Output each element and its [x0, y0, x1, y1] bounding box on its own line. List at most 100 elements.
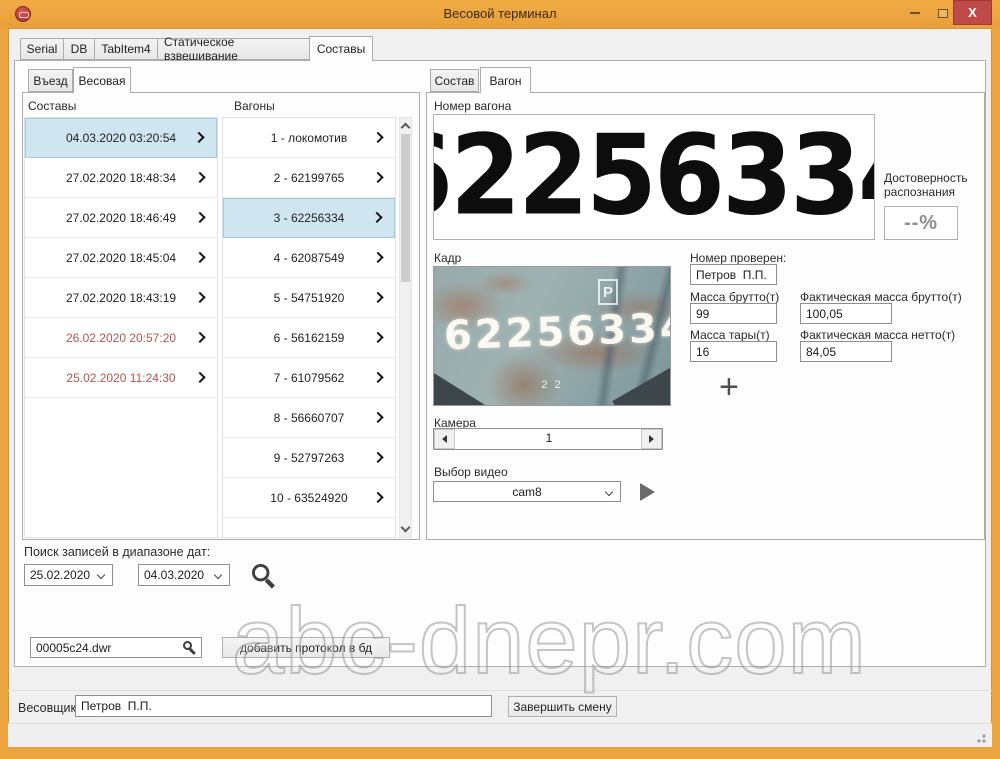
photo-painted-number: 62256334: [443, 305, 671, 360]
wagon-list-item[interactable]: 7 - 61079562: [223, 358, 395, 398]
date-range-label: Поиск записей в диапазоне дат:: [24, 545, 210, 559]
chevron-right-icon: [371, 212, 382, 223]
weigher-input[interactable]: [75, 695, 492, 717]
fact-net-mass-label: Фактическая масса нетто(т): [800, 328, 955, 342]
date-to-combo[interactable]: 04.03.2020: [138, 564, 230, 586]
file-search-icon[interactable]: [183, 641, 192, 650]
wagons-scrollbar[interactable]: [399, 117, 412, 538]
tab-entry[interactable]: Въезд: [28, 69, 73, 92]
date-to-value: 04.03.2020: [144, 568, 204, 582]
chevron-right-icon: [372, 371, 383, 382]
camera-scrollbar[interactable]: 1: [433, 428, 663, 450]
train-date: 25.02.2020 11:24:30: [66, 371, 175, 385]
train-list-item[interactable]: 27.02.2020 18:45:04: [25, 238, 217, 278]
trains-list-label: Составы: [28, 99, 76, 113]
plus-icon[interactable]: +: [719, 368, 739, 407]
wagon-list-item[interactable]: 9 - 52797263: [223, 438, 395, 478]
tare-mass-label: Масса тары(т): [690, 328, 770, 342]
confidence-value: --%: [884, 206, 958, 240]
chevron-right-icon: [193, 132, 204, 143]
scroll-up-icon[interactable]: [401, 123, 411, 133]
wagon-number-display: 62256334: [433, 114, 875, 240]
tab-weighing[interactable]: Весовая: [73, 67, 131, 93]
gross-mass-input[interactable]: [690, 303, 777, 324]
search-icon: [252, 564, 269, 581]
date-from-combo[interactable]: 25.02.2020: [24, 564, 113, 586]
wagon-number: 10 - 63524920: [270, 491, 347, 505]
train-list-item[interactable]: 04.03.2020 03:20:54: [25, 118, 217, 158]
confidence-label: Достоверность распознания: [884, 171, 968, 199]
minimize-button[interactable]: [902, 2, 928, 24]
chevron-right-icon: [194, 331, 205, 342]
train-list-item[interactable]: 27.02.2020 18:46:49: [25, 198, 217, 238]
wagon-list-item[interactable]: 5 - 54751920: [223, 278, 395, 318]
video-selected-value: cam8: [512, 485, 541, 499]
wagon-list-item[interactable]: 6 - 56162159: [223, 318, 395, 358]
minimize-icon: [910, 12, 920, 14]
train-date: 26.02.2020 20:57:20: [66, 331, 176, 345]
wagon-list-item[interactable]: 8 - 56660707: [223, 398, 395, 438]
chevron-right-icon: [194, 291, 205, 302]
chevron-right-icon: [372, 451, 383, 462]
protocol-file-input[interactable]: [30, 637, 202, 658]
wagons-list-label: Вагоны: [234, 99, 275, 113]
chevron-right-icon: [372, 251, 383, 262]
video-select-combo[interactable]: cam8: [433, 481, 621, 502]
date-from-value: 25.02.2020: [30, 568, 90, 582]
fact-net-mass-input[interactable]: [800, 341, 892, 362]
train-date: 27.02.2020 18:46:49: [66, 211, 176, 225]
chevron-right-icon: [194, 171, 205, 182]
wagon-number: 4 - 62087549: [274, 251, 345, 265]
camera-value: 1: [434, 431, 664, 445]
search-dates-button[interactable]: [252, 564, 269, 581]
window-title: Весовой терминал: [0, 6, 1000, 21]
fact-gross-mass-input[interactable]: [800, 303, 892, 324]
wagon-list-item[interactable]: 1 - локомотив: [223, 118, 395, 158]
train-date: 04.03.2020 03:20:54: [66, 131, 176, 145]
wagon-list-item[interactable]: 2 - 62199765: [223, 158, 395, 198]
wagon-number: 8 - 56660707: [274, 411, 345, 425]
wagons-list: 1 - локомотив 2 - 62199765 3 - 62256334 …: [222, 117, 396, 538]
play-button[interactable]: [640, 483, 655, 501]
wagon-number-value: 62256334: [433, 122, 875, 232]
close-button[interactable]: X: [953, 0, 992, 25]
train-date: 27.02.2020 18:43:19: [66, 291, 176, 305]
title-bar[interactable]: Весовой терминал X: [0, 0, 1000, 28]
wagon-number: 2 - 62199765: [274, 171, 345, 185]
confidence-label-line2: распознания: [884, 185, 955, 199]
chevron-down-icon: [214, 571, 222, 579]
wagon-list-item[interactable]: 4 - 62087549: [223, 238, 395, 278]
resize-grip[interactable]: [976, 733, 986, 743]
end-shift-button[interactable]: Завершить смену: [508, 696, 617, 717]
chevron-right-icon: [372, 331, 383, 342]
divider: [8, 690, 992, 691]
scroll-down-icon[interactable]: [401, 523, 411, 533]
status-bar: [8, 723, 992, 747]
wagon-list-item[interactable]: 10 - 63524920: [223, 478, 395, 518]
tab-wagon[interactable]: Вагон: [480, 67, 531, 93]
frame-label: Кадр: [434, 251, 461, 265]
chevron-right-icon: [194, 211, 205, 222]
train-list-item[interactable]: 27.02.2020 18:48:34: [25, 158, 217, 198]
tab-db[interactable]: DB: [63, 38, 95, 60]
tab-tabitem4[interactable]: TabItem4: [94, 38, 158, 60]
wagon-number: 5 - 54751920: [274, 291, 345, 305]
wagon-list-item[interactable]: 3 - 62256334: [223, 198, 395, 238]
chevron-right-icon: [194, 251, 205, 262]
tab-static-weighing[interactable]: Статическое взвешивание: [157, 38, 310, 60]
number-checked-input[interactable]: [690, 264, 777, 285]
train-list-item[interactable]: 27.02.2020 18:43:19: [25, 278, 217, 318]
tab-trains[interactable]: Составы: [309, 36, 373, 61]
weigher-label: Весовщик:: [18, 701, 79, 715]
train-list-item[interactable]: 25.02.2020 11:24:30: [25, 358, 217, 398]
tare-mass-input[interactable]: [690, 341, 777, 362]
add-protocol-button[interactable]: добавить протокол в бд: [222, 637, 390, 658]
wagon-number: 9 - 52797263: [274, 451, 345, 465]
chevron-right-icon: [372, 171, 383, 182]
tab-train[interactable]: Состав: [430, 69, 479, 92]
train-list-item[interactable]: 26.02.2020 20:57:20: [25, 318, 217, 358]
tab-serial[interactable]: Serial: [20, 38, 64, 60]
scrollbar-thumb[interactable]: [401, 134, 410, 282]
train-date: 27.02.2020 18:48:34: [66, 171, 176, 185]
maximize-icon: [938, 9, 948, 18]
